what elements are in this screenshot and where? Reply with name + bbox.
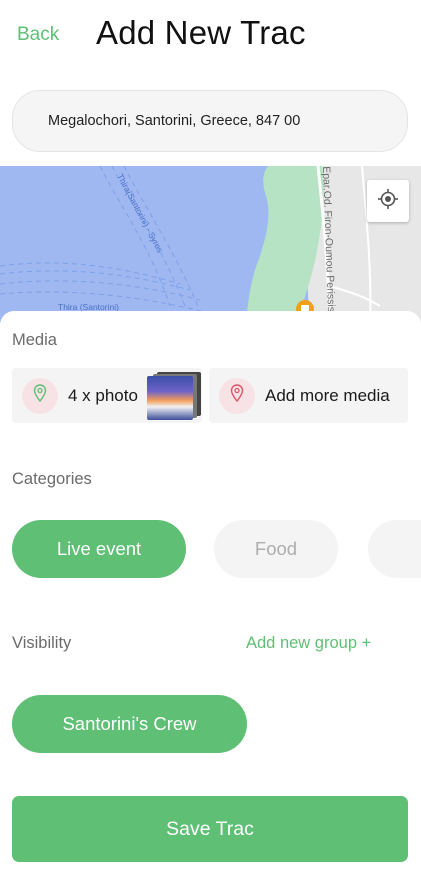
location-pin-icon	[33, 384, 47, 407]
header: Back Add New Trac	[0, 0, 421, 80]
my-location-button[interactable]	[367, 180, 409, 222]
add-media-card[interactable]: Add more media	[209, 368, 408, 423]
add-group-button[interactable]: Add new group +	[246, 634, 371, 653]
photo-thumbnails	[147, 372, 203, 420]
media-label: Media	[12, 331, 57, 349]
pin-icon-container	[219, 377, 255, 414]
category-chip-label: Food	[254, 538, 298, 559]
group-chip-label: Santorini's Crew	[62, 713, 197, 734]
category-chip-more[interactable]	[368, 520, 421, 578]
pin-icon-container	[22, 377, 58, 414]
category-chip-label: Live event	[56, 538, 142, 559]
location-pin-icon	[230, 384, 244, 407]
form-sheet: Media 4 x photo Add more media Categorie…	[0, 311, 421, 891]
category-chip-live-event[interactable]: Live event	[12, 520, 186, 578]
photos-card[interactable]: 4 x photo	[12, 368, 202, 423]
address-value: Megalochori, Santorini, Greece, 847 00	[48, 113, 301, 129]
visibility-label: Visibility	[12, 634, 72, 652]
photos-count-label: 4 x photo	[68, 385, 138, 405]
back-button[interactable]: Back	[17, 24, 59, 46]
page-title: Add New Trac	[96, 14, 306, 51]
crosshair-icon	[377, 188, 399, 215]
categories-label: Categories	[12, 470, 92, 488]
map-view[interactable]: Epar.Od. Firon-Oumou Perissis Thira(Sant…	[0, 166, 421, 326]
address-field[interactable]: Megalochori, Santorini, Greece, 847 00	[12, 90, 408, 152]
save-trac-button[interactable]: Save Trac	[12, 796, 408, 862]
group-chip-santorinis-crew[interactable]: Santorini's Crew	[12, 695, 247, 753]
category-chip-food[interactable]: Food	[214, 520, 338, 578]
add-media-label: Add more media	[265, 385, 390, 405]
